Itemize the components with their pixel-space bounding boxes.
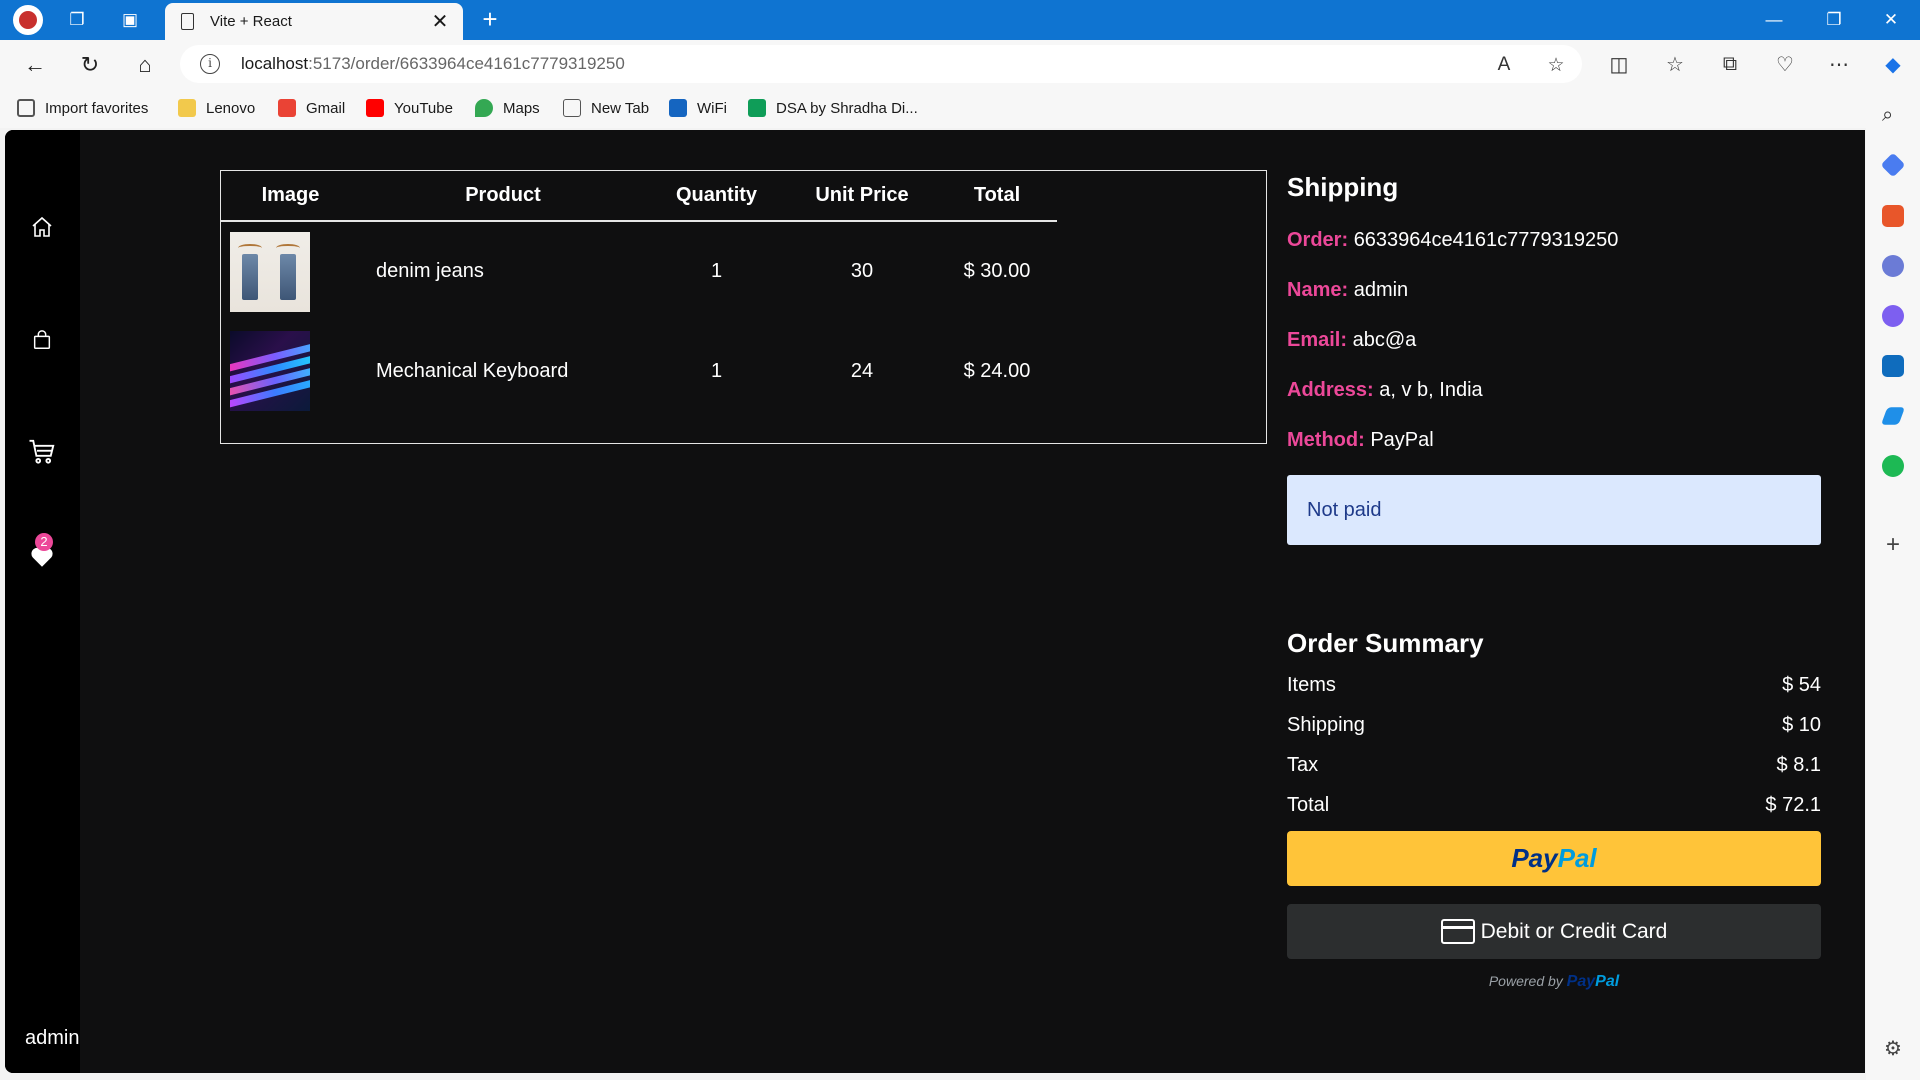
send-icon[interactable] (1880, 407, 1906, 425)
copilot-icon[interactable]: ◆ (1878, 49, 1908, 79)
import-icon (17, 99, 35, 117)
maps-icon (475, 99, 493, 117)
shipping-heading: Shipping (1287, 172, 1399, 202)
profile-avatar[interactable] (13, 5, 43, 35)
table-row: denim jeans 1 30 $ 30.00 (221, 221, 1057, 321)
table-row: Mechanical Keyboard 1 24 $ 24.00 (221, 321, 1057, 421)
column-header-quantity: Quantity (646, 171, 787, 222)
outlook-icon[interactable] (1882, 355, 1904, 377)
more-menu-icon[interactable]: ⋯ (1824, 49, 1854, 79)
search-icon[interactable]: ⌕ (1882, 104, 1904, 126)
favorites-icon[interactable]: ☆ (1660, 49, 1690, 79)
close-window-button[interactable]: ✕ (1868, 0, 1914, 40)
powered-by-paypal: Powered by PayPal (1488, 973, 1620, 990)
customer-email-line: Email: abc@a (1287, 329, 1417, 351)
wifi-s-icon (669, 99, 687, 117)
page-icon (181, 13, 194, 30)
debit-credit-card-button[interactable]: Debit or Credit Card (1287, 904, 1821, 959)
new-tab-button[interactable]: + (476, 6, 504, 34)
games-icon[interactable] (1882, 255, 1904, 277)
order-id-line: Order: 6633964ce4161c7779319250 (1287, 229, 1619, 251)
folder-icon (178, 99, 196, 117)
summary-row-tax: Tax $ 8.1 (1287, 754, 1821, 776)
favorite-lenovo[interactable]: Lenovo (178, 96, 255, 120)
site-info-icon[interactable]: i (200, 54, 220, 74)
favorite-youtube[interactable]: YouTube (366, 96, 453, 120)
workspaces-icon[interactable]: ❐ (64, 7, 90, 33)
paypal-button[interactable]: Pay Pal (1287, 831, 1821, 886)
page-viewport: 2 admin Image Product Quantity Unit Pric… (5, 130, 1865, 1073)
page-icon (563, 99, 581, 117)
shop-bag-icon[interactable] (25, 323, 59, 357)
product-total: $ 24.00 (963, 359, 1031, 382)
summary-row-total: Total $ 72.1 (1287, 794, 1821, 816)
back-arrow-icon[interactable]: ← (20, 50, 50, 80)
gear-icon[interactable]: ⚙ (1882, 1038, 1904, 1060)
edge-sidebar: ⌕ + ⚙ (1866, 88, 1920, 1080)
favorite-maps[interactable]: Maps (475, 96, 540, 120)
home-icon[interactable]: ⌂ (130, 50, 160, 80)
customer-address-line: Address: a, v b, India (1287, 379, 1483, 401)
address-bar[interactable]: i localhost:5173/order/6633964ce4161c777… (180, 45, 1582, 83)
table-header-row: Image Product Quantity Unit Price Total (221, 171, 1057, 222)
product-image-mechanical-keyboard (230, 331, 310, 411)
app-sidebar: 2 admin (5, 130, 80, 1073)
collections-icon[interactable]: ⧉ (1715, 49, 1745, 79)
favorite-star-icon[interactable]: ☆ (1543, 52, 1569, 78)
column-header-product: Product (360, 171, 646, 222)
favorite-gmail[interactable]: Gmail (278, 96, 345, 120)
tab-title: Vite + React (210, 13, 292, 30)
order-items-table: Image Product Quantity Unit Price Total (221, 171, 1057, 421)
product-quantity: 1 (710, 359, 723, 382)
restore-button[interactable]: ❐ (1811, 0, 1857, 40)
tools-icon[interactable] (1882, 205, 1904, 227)
home-icon[interactable] (25, 210, 59, 244)
browser-toolbar: ← ↻ ⌂ i localhost:5173/order/6633964ce41… (0, 40, 1920, 88)
url-text[interactable]: localhost:5173/order/6633964ce4161c77793… (241, 54, 625, 74)
browser-essentials-icon[interactable]: ♡ (1770, 49, 1800, 79)
credit-card-icon (1440, 919, 1475, 944)
favorite-wifi[interactable]: WiFi (669, 96, 727, 120)
product-name[interactable]: Mechanical Keyboard (360, 321, 646, 421)
username-label[interactable]: admin (25, 1027, 79, 1050)
refresh-icon[interactable]: ↻ (75, 50, 105, 80)
shopping-tag-icon[interactable] (1880, 152, 1906, 178)
column-header-unit-price: Unit Price (787, 171, 937, 222)
product-name[interactable]: denim jeans (360, 221, 646, 321)
close-tab-icon[interactable]: ✕ (427, 8, 453, 34)
product-unit-price: 30 (850, 260, 874, 282)
column-header-image: Image (221, 171, 360, 222)
payment-status-alert: Not paid (1287, 475, 1821, 545)
column-header-total: Total (937, 171, 1057, 222)
product-unit-price: 24 (850, 359, 874, 382)
customer-name-line: Name: admin (1287, 279, 1409, 301)
product-image-denim-jeans (230, 231, 310, 312)
tab-actions-icon[interactable]: ▣ (117, 7, 143, 33)
microsoft-365-icon[interactable] (1882, 305, 1904, 327)
favorite-dsa[interactable]: DSA by Shradha Di... (748, 96, 918, 120)
summary-row-items: Items $ 54 (1287, 674, 1821, 696)
order-items-panel: Image Product Quantity Unit Price Total (220, 170, 1267, 444)
minimize-button[interactable]: — (1751, 0, 1797, 40)
gmail-icon (278, 99, 296, 117)
summary-row-shipping: Shipping $ 10 (1287, 714, 1821, 736)
split-screen-icon[interactable]: ◫ (1604, 49, 1634, 79)
payment-method-line: Method: PayPal (1287, 429, 1434, 451)
cart-icon[interactable] (25, 435, 59, 469)
favorite-import[interactable]: Import favorites (17, 96, 148, 120)
read-aloud-icon[interactable]: A (1491, 52, 1517, 78)
add-sidebar-icon[interactable]: + (1882, 533, 1904, 557)
tab-active[interactable]: Vite + React ✕ (165, 3, 463, 40)
favorite-new-tab[interactable]: New Tab (563, 96, 649, 120)
order-summary-heading: Order Summary (1287, 628, 1484, 658)
wishlist-count-badge: 2 (35, 533, 53, 551)
sheets-icon (748, 99, 766, 117)
spotify-icon[interactable] (1882, 455, 1904, 477)
browser-title-bar: ❐ ▣ Vite + React ✕ + — ❐ ✕ (0, 0, 1920, 40)
youtube-icon (366, 99, 384, 117)
product-quantity: 1 (710, 260, 723, 282)
product-total: $ 30.00 (963, 260, 1031, 282)
favorites-bar: Import favorites Lenovo Gmail YouTube Ma… (0, 88, 1920, 128)
